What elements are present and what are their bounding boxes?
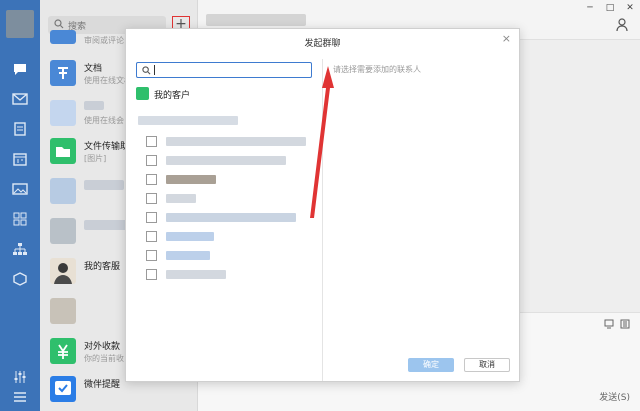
avatar — [50, 60, 76, 86]
customer-group-icon — [136, 87, 149, 100]
close-icon[interactable]: × — [502, 32, 511, 45]
user-avatar[interactable] — [6, 10, 34, 38]
dialog-title: 发起群聊 — [304, 39, 341, 49]
checkbox[interactable] — [146, 231, 157, 242]
checkbox[interactable] — [146, 269, 157, 280]
contact-row[interactable] — [146, 269, 321, 281]
avatar — [50, 218, 76, 244]
checkbox[interactable] — [146, 174, 157, 185]
menu-icon[interactable] — [12, 390, 28, 404]
close-window-button[interactable]: ✕ — [624, 3, 636, 13]
customer-group-label: 我的客户 — [154, 91, 191, 101]
contact-group-header[interactable] — [138, 116, 238, 125]
contact-name — [166, 251, 210, 260]
contact-name — [166, 213, 296, 222]
screen-icon[interactable] — [604, 319, 614, 329]
minimize-button[interactable]: ─ — [584, 3, 596, 13]
contact-name — [166, 270, 226, 279]
contact-row[interactable] — [146, 174, 321, 186]
checkmark-icon — [55, 381, 71, 395]
contact-search-input[interactable] — [136, 62, 312, 78]
folder-icon — [56, 147, 70, 157]
checkbox[interactable] — [146, 155, 157, 166]
contact-name — [166, 137, 306, 146]
contact-row[interactable] — [146, 155, 321, 167]
contact-name — [166, 232, 214, 241]
document-app-icon — [58, 67, 68, 79]
search-icon — [142, 66, 151, 75]
text-caret — [154, 65, 155, 75]
checkbox[interactable] — [146, 212, 157, 223]
send-button[interactable]: 发送(S) — [599, 390, 630, 403]
chat-title — [206, 14, 306, 26]
selected-contacts-hint: 请选择需要添加的联系人 — [333, 65, 421, 74]
contact-row[interactable] — [146, 136, 321, 148]
avatar — [50, 338, 76, 364]
avatar — [50, 376, 76, 402]
maximize-button[interactable]: □ — [604, 3, 616, 13]
contact-name — [166, 156, 286, 165]
annotation-arrow — [310, 66, 334, 218]
avatar — [50, 178, 76, 204]
contact-row[interactable] — [146, 231, 321, 243]
contact-name — [166, 194, 196, 203]
avatar — [50, 100, 76, 126]
contact-row[interactable] — [146, 250, 321, 262]
image-icon[interactable] — [12, 182, 28, 196]
add-person-icon[interactable] — [616, 18, 630, 32]
checkbox[interactable] — [146, 250, 157, 261]
hexagon-icon[interactable] — [12, 272, 28, 286]
contact-row[interactable] — [146, 212, 321, 224]
notes-icon[interactable] — [620, 319, 630, 329]
apps-grid-icon[interactable] — [12, 212, 28, 226]
checkbox[interactable] — [146, 193, 157, 204]
avatar — [50, 258, 76, 284]
mail-icon[interactable] — [12, 92, 28, 106]
avatar — [50, 298, 76, 324]
calendar-icon[interactable] — [12, 152, 28, 166]
nav-rail — [0, 0, 40, 411]
avatar — [50, 138, 76, 164]
avatar — [50, 30, 76, 44]
checkbox[interactable] — [146, 136, 157, 147]
chat-icon[interactable] — [12, 62, 28, 76]
document-icon[interactable] — [12, 122, 28, 136]
cancel-button[interactable]: 取消 — [464, 358, 510, 372]
agent-avatar-icon — [54, 263, 72, 284]
yen-icon — [58, 344, 68, 359]
contact-name — [166, 175, 216, 184]
confirm-button[interactable]: 确定 — [408, 358, 454, 372]
org-chart-icon[interactable] — [12, 242, 28, 256]
contact-row[interactable] — [146, 193, 321, 205]
settings-sliders-icon[interactable] — [12, 370, 28, 384]
search-icon — [54, 19, 64, 29]
